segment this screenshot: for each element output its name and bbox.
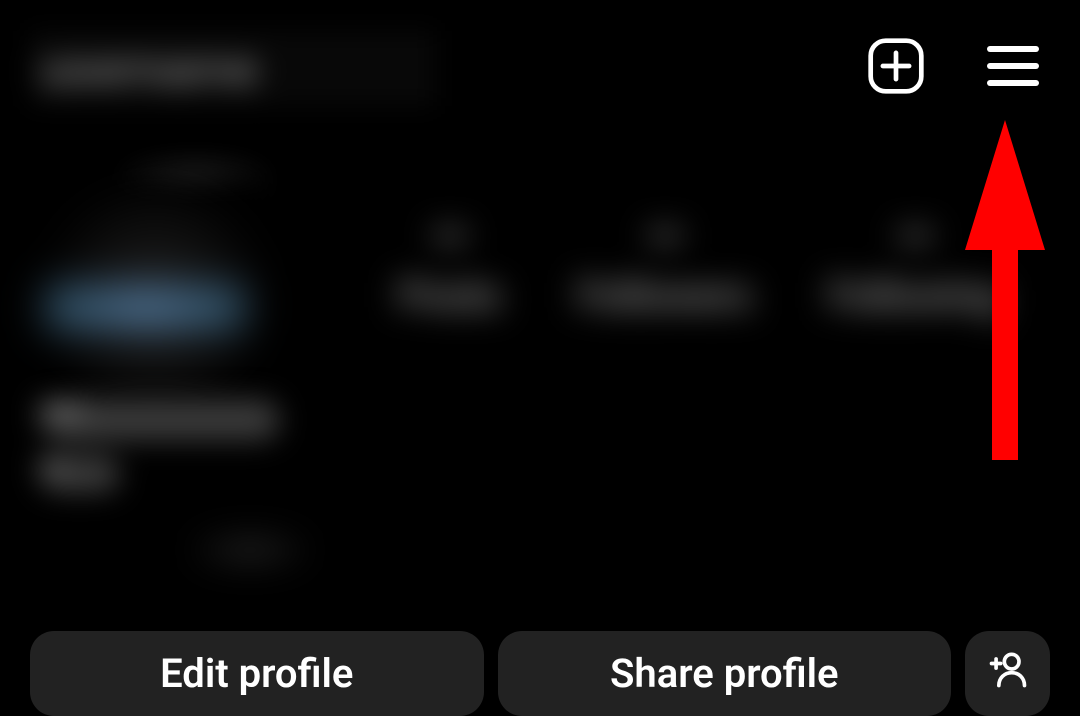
stat-posts-label: Posts [398,272,501,319]
profile-bio: Name bio [40,400,290,490]
plus-squircle-icon [866,81,926,100]
create-button[interactable] [866,36,926,100]
bio-name: Name [40,400,280,440]
blurred-extra [190,530,310,570]
profile-info: — Posts — Followers — Following Name bio [30,150,1040,600]
share-profile-label: Share profile [610,650,839,697]
header-actions [866,28,1040,108]
edit-profile-button[interactable]: Edit profile [30,631,484,716]
bio-line: bio [40,456,120,492]
stat-following-count: — [898,210,933,264]
stat-followers-label: Followers [578,272,752,319]
profile-avatar[interactable] [35,180,275,420]
profile-actions: Edit profile Share profile [30,631,1050,716]
add-person-icon [986,647,1030,701]
discover-people-button[interactable] [965,631,1050,716]
profile-header: username [0,28,1080,108]
stat-following[interactable]: — Following [829,210,1002,319]
stat-posts-count: — [432,210,467,264]
profile-stats: — Posts — Followers — Following [360,210,1040,319]
username-text: username [40,38,258,99]
menu-button[interactable] [986,39,1040,97]
edit-profile-label: Edit profile [160,650,353,697]
share-profile-button[interactable]: Share profile [498,631,952,716]
stat-followers[interactable]: — Followers [578,210,752,319]
username-dropdown[interactable]: username [30,31,435,106]
hamburger-icon [986,78,1040,97]
stat-followers-count: — [647,210,682,264]
stat-following-label: Following [829,272,1002,319]
stat-posts[interactable]: — Posts [398,210,501,319]
